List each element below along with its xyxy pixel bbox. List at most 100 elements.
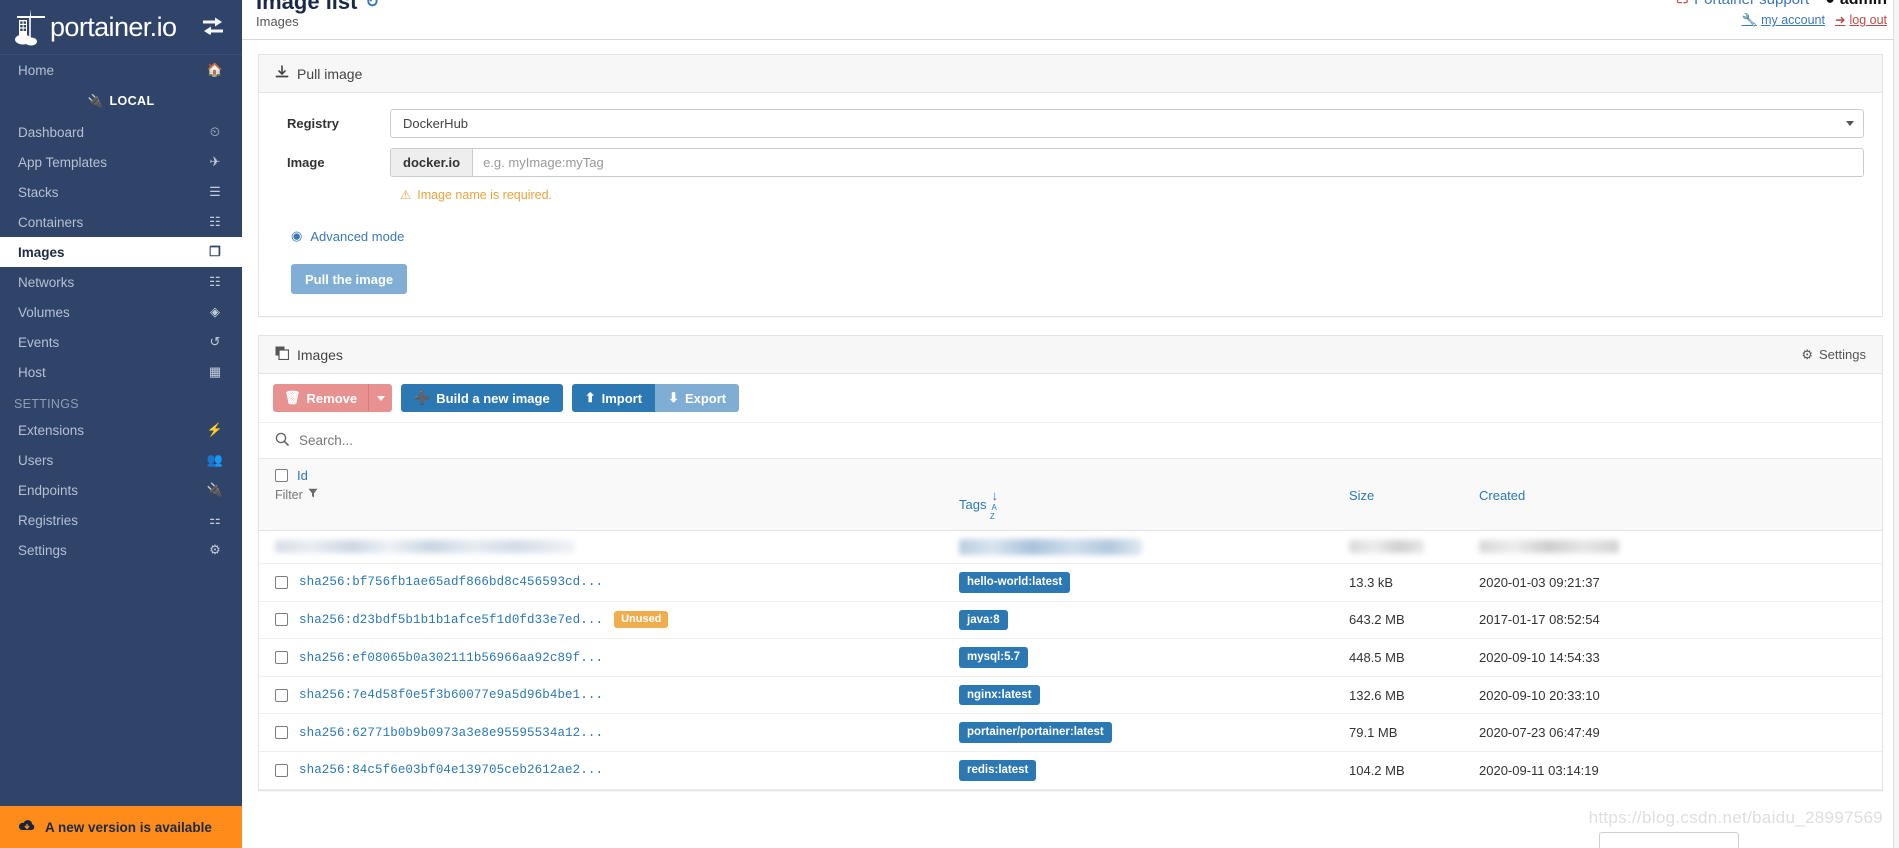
remove-button[interactable]: 🗑 Remove xyxy=(273,384,369,412)
search-input[interactable] xyxy=(299,433,1866,448)
remove-dropdown-button[interactable] xyxy=(368,384,393,412)
sidebar-item-containers[interactable]: Containers ☷ xyxy=(0,207,242,237)
upload-icon: ⬆ xyxy=(584,390,596,405)
cell-size: 448.5 MB xyxy=(1349,638,1479,677)
sidebar-item-host[interactable]: Host ▦ xyxy=(0,357,242,387)
sidebar-item-users[interactable]: Users 👥 xyxy=(0,445,242,475)
sidebar-item-volumes[interactable]: Volumes ◈ xyxy=(0,297,242,327)
row-checkbox[interactable] xyxy=(275,688,288,702)
cell-tags: portainer/portainer:latest xyxy=(959,713,1349,753)
table-row[interactable] xyxy=(259,530,1882,564)
new-version-banner[interactable]: A new version is available xyxy=(0,806,242,848)
registry-row: Registry DockerHub xyxy=(277,109,1864,138)
search-icon xyxy=(275,432,289,449)
image-id-link[interactable]: sha256:7e4d58f0e5f3b60077e9a5d96b4be1... xyxy=(299,688,603,702)
column-tags[interactable]: Tags ↓ AZ xyxy=(959,459,1349,531)
column-created[interactable]: Created xyxy=(1479,459,1882,531)
refresh-icon[interactable]: ↻ xyxy=(365,0,378,12)
image-tag[interactable]: java:8 xyxy=(959,609,1008,631)
images-panel-title: Images xyxy=(297,346,343,363)
pagination-stub[interactable] xyxy=(1599,832,1739,848)
cell-id: sha256:bf756fb1ae65adf866bd8c456593cd... xyxy=(259,563,959,602)
portainer-support-link[interactable]: ♺ Portainer support xyxy=(1676,0,1810,9)
table-row[interactable]: sha256:7e4d58f0e5f3b60077e9a5d96b4be1...… xyxy=(259,676,1882,715)
image-row: Image docker.io xyxy=(277,148,1864,177)
import-button[interactable]: ⬆ Import xyxy=(571,384,656,412)
row-checkbox[interactable] xyxy=(275,613,288,627)
watermark: https://blog.csdn.net/baidu_28997569 xyxy=(1588,808,1883,827)
sidebar-item-endpoints[interactable]: Endpoints 🔌 xyxy=(0,475,242,505)
cell-created: 2020-07-23 06:47:49 xyxy=(1479,713,1882,753)
build-image-button[interactable]: ➕ Build a new image xyxy=(401,384,563,412)
image-id-link[interactable]: sha256:62771b0b9b0973a3e8e95595534a12... xyxy=(299,726,603,740)
redacted-tag xyxy=(959,538,1142,555)
cubes-icon: ◈ xyxy=(210,304,220,319)
support-label: Portainer support xyxy=(1694,0,1809,9)
row-checkbox[interactable] xyxy=(275,575,288,589)
cell-tags: redis:latest xyxy=(959,751,1349,790)
id-filter[interactable]: Filter xyxy=(275,488,959,502)
column-size[interactable]: Size xyxy=(1349,459,1479,531)
sidebar-item-label: Extensions xyxy=(18,422,85,438)
image-label: Image xyxy=(287,155,325,170)
pull-image-button[interactable]: Pull the image xyxy=(291,264,408,294)
table-row[interactable]: sha256:bf756fb1ae65adf866bd8c456593cd...… xyxy=(259,563,1882,602)
chevron-down-icon xyxy=(1846,121,1854,126)
registry-selected-value: DockerHub xyxy=(403,116,469,131)
image-tag[interactable]: redis:latest xyxy=(959,760,1037,781)
table-row[interactable]: sha256:84c5f6e03bf04e139705ceb2612ae2...… xyxy=(259,751,1882,790)
image-tag[interactable]: mysql:5.7 xyxy=(959,647,1029,668)
sidebar-item-dashboard[interactable]: Dashboard ⏲ xyxy=(0,117,242,147)
redacted-size xyxy=(1349,540,1424,554)
database-icon: ⚏ xyxy=(209,512,221,527)
table-row[interactable]: sha256:d23bdf5b1b1b1afce5f1d0fd33e7ed...… xyxy=(259,601,1882,640)
my-account-label: my account xyxy=(1761,13,1825,27)
pull-image-body: Registry DockerHub Image docker.io e.g. … xyxy=(259,93,1882,316)
cloud-download-icon xyxy=(18,819,36,836)
advanced-mode-toggle[interactable]: ◉ Advanced mode xyxy=(291,228,1864,244)
image-tag[interactable]: portainer/portainer:latest xyxy=(959,722,1112,744)
row-checkbox[interactable] xyxy=(275,726,288,740)
sidebar-item-networks[interactable]: Networks ☷ xyxy=(0,267,242,297)
sidebar-item-extensions[interactable]: Extensions ⚡ xyxy=(0,415,242,445)
sidebar-item-settings[interactable]: Settings ⚙ xyxy=(0,535,242,565)
download-icon: ⬇ xyxy=(668,390,679,405)
toggle-sidebar-icon[interactable] xyxy=(202,17,224,38)
row-checkbox[interactable] xyxy=(275,651,288,665)
image-id-link[interactable]: sha256:d23bdf5b1b1b1afce5f1d0fd33e7ed... xyxy=(299,613,603,627)
table-row[interactable]: sha256:62771b0b9b0973a3e8e95595534a12...… xyxy=(259,713,1882,753)
image-id-link[interactable]: sha256:bf756fb1ae65adf866bd8c456593cd... xyxy=(299,575,603,589)
page-scrollbar[interactable] xyxy=(1893,0,1899,848)
image-id-link[interactable]: sha256:84c5f6e03bf04e139705ceb2612ae2... xyxy=(299,763,603,777)
download-icon xyxy=(275,65,289,82)
my-account-link[interactable]: 🔧 my account xyxy=(1741,13,1825,29)
status-badge: Unused xyxy=(614,611,669,629)
remove-label: Remove xyxy=(306,390,358,406)
image-name-input[interactable] xyxy=(472,148,1864,177)
sidebar-item-images[interactable]: Images ❐ xyxy=(0,237,242,267)
warning-icon: ⚠ xyxy=(400,188,412,202)
select-all-checkbox[interactable] xyxy=(275,469,288,482)
sidebar-item-registries[interactable]: Registries ⚏ xyxy=(0,505,242,535)
sidebar-item-label: App Templates xyxy=(18,154,108,170)
logout-link[interactable]: ➜ log out xyxy=(1835,13,1887,29)
image-tag[interactable]: hello-world:latest xyxy=(959,571,1071,593)
image-tag[interactable]: nginx:latest xyxy=(959,684,1040,706)
sidebar-item-label: Dashboard xyxy=(18,124,85,140)
brand-name: portainer.io xyxy=(50,11,177,42)
cell-tags: hello-world:latest xyxy=(959,563,1349,602)
image-id-link[interactable]: sha256:ef08065b0a302111b56966aa92c89f... xyxy=(299,651,603,665)
sidebar-item-home[interactable]: Home 🏠 xyxy=(0,55,242,85)
images-settings-button[interactable]: ⚙ Settings xyxy=(1801,347,1866,363)
cell-size: 132.6 MB xyxy=(1349,676,1479,715)
sidebar-section-settings: SETTINGS xyxy=(14,397,79,411)
table-row[interactable]: sha256:ef08065b0a302111b56966aa92c89f...… xyxy=(259,638,1882,677)
row-checkbox[interactable] xyxy=(275,763,288,777)
column-id[interactable]: Id Filter xyxy=(259,459,959,531)
sidebar-item-label: Settings xyxy=(18,542,67,558)
registry-select[interactable]: DockerHub xyxy=(390,109,1864,138)
sidebar-item-stacks[interactable]: Stacks ☰ xyxy=(0,177,242,207)
sidebar-item-events[interactable]: Events ↺ xyxy=(0,327,242,357)
export-button[interactable]: ⬇ Export xyxy=(655,384,740,412)
sidebar-item-app-templates[interactable]: App Templates ✈ xyxy=(0,147,242,177)
